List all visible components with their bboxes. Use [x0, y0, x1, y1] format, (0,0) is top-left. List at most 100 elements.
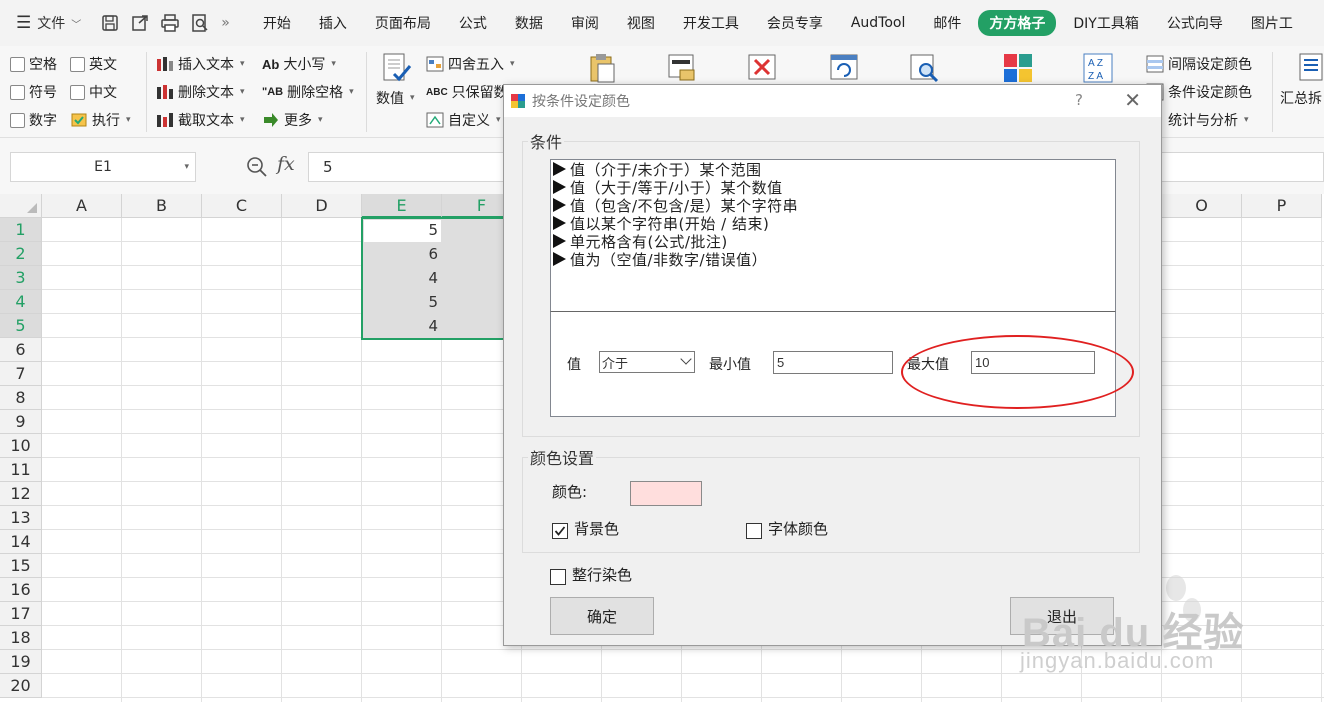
ok-button[interactable]: 确定	[550, 597, 654, 635]
extract-text-button[interactable]: 截取文本 ▾	[156, 110, 245, 130]
check-english[interactable]: 英文	[70, 54, 117, 74]
row-header-2[interactable]: 2	[0, 242, 42, 266]
check-number[interactable]: 数字	[10, 110, 57, 130]
column-header-e[interactable]: E	[362, 194, 442, 218]
row-header-14[interactable]: 14	[0, 530, 42, 554]
help-icon[interactable]: ?	[1075, 91, 1083, 109]
round-button[interactable]: 四舍五入 ▾	[426, 54, 515, 74]
whole-row-checkbox[interactable]	[550, 569, 566, 585]
tab-data[interactable]: 数据	[504, 10, 554, 36]
zoom-icon[interactable]	[246, 156, 268, 178]
tab-picture-tools[interactable]: 图片工	[1240, 10, 1304, 36]
row-header-9[interactable]: 9	[0, 410, 42, 434]
check-space[interactable]: 空格	[10, 54, 57, 74]
list-item[interactable]: 值为（空值/非数字/错误值）	[551, 250, 1115, 269]
column-header-c[interactable]: C	[202, 194, 282, 218]
print-preview-icon[interactable]	[189, 12, 211, 34]
list-item[interactable]: 值（包含/不包含/是）某个字符串	[551, 196, 1115, 215]
row-header-10[interactable]: 10	[0, 434, 42, 458]
check-chinese-label: 中文	[89, 85, 117, 101]
row-header-17[interactable]: 17	[0, 602, 42, 626]
tab-home[interactable]: 开始	[252, 10, 302, 36]
list-item[interactable]: 值（大于/等于/小于）某个数值	[551, 178, 1115, 197]
row-header-16[interactable]: 16	[0, 578, 42, 602]
summary-split-icon[interactable]	[1298, 52, 1324, 84]
sort-az-icon[interactable]: A Z Z A	[1082, 52, 1114, 84]
check-symbol[interactable]: 符号	[10, 82, 57, 102]
operator-select[interactable]: 介于	[599, 351, 695, 373]
row-header-3[interactable]: 3	[0, 266, 42, 290]
row-header-12[interactable]: 12	[0, 482, 42, 506]
row-header-4[interactable]: 4	[0, 290, 42, 314]
row-header-7[interactable]: 7	[0, 362, 42, 386]
tab-developer[interactable]: 开发工具	[672, 10, 750, 36]
insert-text-button[interactable]: 插入文本 ▾	[156, 54, 245, 74]
row-header-18[interactable]: 18	[0, 626, 42, 650]
dialog-titlebar[interactable]: 按条件设定颜色 ? ✕	[504, 85, 1161, 117]
triangle-right-icon	[553, 252, 566, 266]
row-header-8[interactable]: 8	[0, 386, 42, 410]
delete-cells-icon[interactable]	[746, 52, 778, 84]
check-chinese[interactable]: 中文	[70, 82, 117, 102]
fill-icon[interactable]	[666, 52, 698, 84]
more-button[interactable]: 更多 ▾	[262, 110, 323, 130]
tab-formulas[interactable]: 公式	[448, 10, 498, 36]
row-header-13[interactable]: 13	[0, 506, 42, 530]
keep-only-button[interactable]: ABC 只保留数	[426, 82, 508, 102]
remove-spaces-button[interactable]: "AB 删除空格 ▾	[262, 82, 354, 102]
numeric-button[interactable]: 数值 ▾	[376, 88, 415, 108]
more-label: 更多	[284, 113, 312, 129]
export-icon[interactable]	[129, 12, 151, 34]
font-color-checkbox[interactable]	[746, 523, 762, 539]
tab-formula-wizard[interactable]: 公式向导	[1156, 10, 1234, 36]
min-value-input[interactable]: 5	[773, 351, 893, 374]
background-checkbox[interactable]	[552, 523, 568, 539]
find-icon[interactable]	[908, 52, 940, 84]
close-icon[interactable]: ✕	[1124, 88, 1141, 112]
column-header-p[interactable]: P	[1242, 194, 1322, 218]
tab-member[interactable]: 会员专享	[756, 10, 834, 36]
tab-insert[interactable]: 插入	[308, 10, 358, 36]
column-header-b[interactable]: B	[122, 194, 202, 218]
tab-audtool[interactable]: AudTool	[840, 12, 917, 34]
save-icon[interactable]	[99, 12, 121, 34]
tab-diy-toolbox[interactable]: DIY工具箱	[1062, 10, 1149, 36]
row-header-6[interactable]: 6	[0, 338, 42, 362]
row-header-1[interactable]: 1	[0, 218, 42, 242]
paste-icon[interactable]	[586, 52, 618, 84]
column-header-d[interactable]: D	[282, 194, 362, 218]
file-menu[interactable]: ☰ 文件 ﹀	[16, 13, 81, 33]
custom-button[interactable]: 自定义 ▾	[426, 110, 501, 130]
row-header-11[interactable]: 11	[0, 458, 42, 482]
tab-view[interactable]: 视图	[616, 10, 666, 36]
column-header-o[interactable]: O	[1162, 194, 1242, 218]
color-grid-icon[interactable]	[1002, 52, 1034, 84]
delete-text-button[interactable]: 删除文本 ▾	[156, 82, 245, 102]
list-item[interactable]: 值以某个字符串(开始 / 结束)	[551, 214, 1115, 233]
case-label: 大小写	[283, 57, 326, 73]
list-item[interactable]: 单元格含有(公式/批注)	[551, 232, 1115, 251]
refresh-icon[interactable]	[828, 52, 860, 84]
row-header-5[interactable]: 5	[0, 314, 42, 338]
column-header-a[interactable]: A	[42, 194, 122, 218]
interval-color-button[interactable]: 间隔设定颜色	[1146, 54, 1252, 74]
name-box[interactable]: E1 ▾	[10, 152, 196, 182]
execute-button[interactable]: 执行 ▾	[70, 110, 131, 130]
tab-fangfang[interactable]: 方方格子	[978, 10, 1057, 36]
summary-split-label: 汇总拆	[1280, 91, 1322, 107]
fx-icon[interactable]: fx	[277, 153, 295, 175]
row-header-15[interactable]: 15	[0, 554, 42, 578]
select-all-corner[interactable]	[0, 194, 42, 218]
print-icon[interactable]	[159, 12, 181, 34]
summary-split-button[interactable]: 汇总拆	[1280, 88, 1322, 108]
tab-review[interactable]: 审阅	[560, 10, 610, 36]
row-header-20[interactable]: 20	[0, 674, 42, 698]
list-item[interactable]: 值（介于/未介于）某个范围	[551, 160, 1115, 179]
color-swatch[interactable]	[630, 481, 702, 506]
tab-page-layout[interactable]: 页面布局	[364, 10, 442, 36]
case-button[interactable]: Ab 大小写 ▾	[262, 54, 336, 74]
row-header-19[interactable]: 19	[0, 650, 42, 674]
tab-mail[interactable]: 邮件	[922, 10, 972, 36]
chevron-down-icon[interactable]: ▾	[184, 162, 189, 172]
more-icon[interactable]: »	[221, 15, 230, 31]
